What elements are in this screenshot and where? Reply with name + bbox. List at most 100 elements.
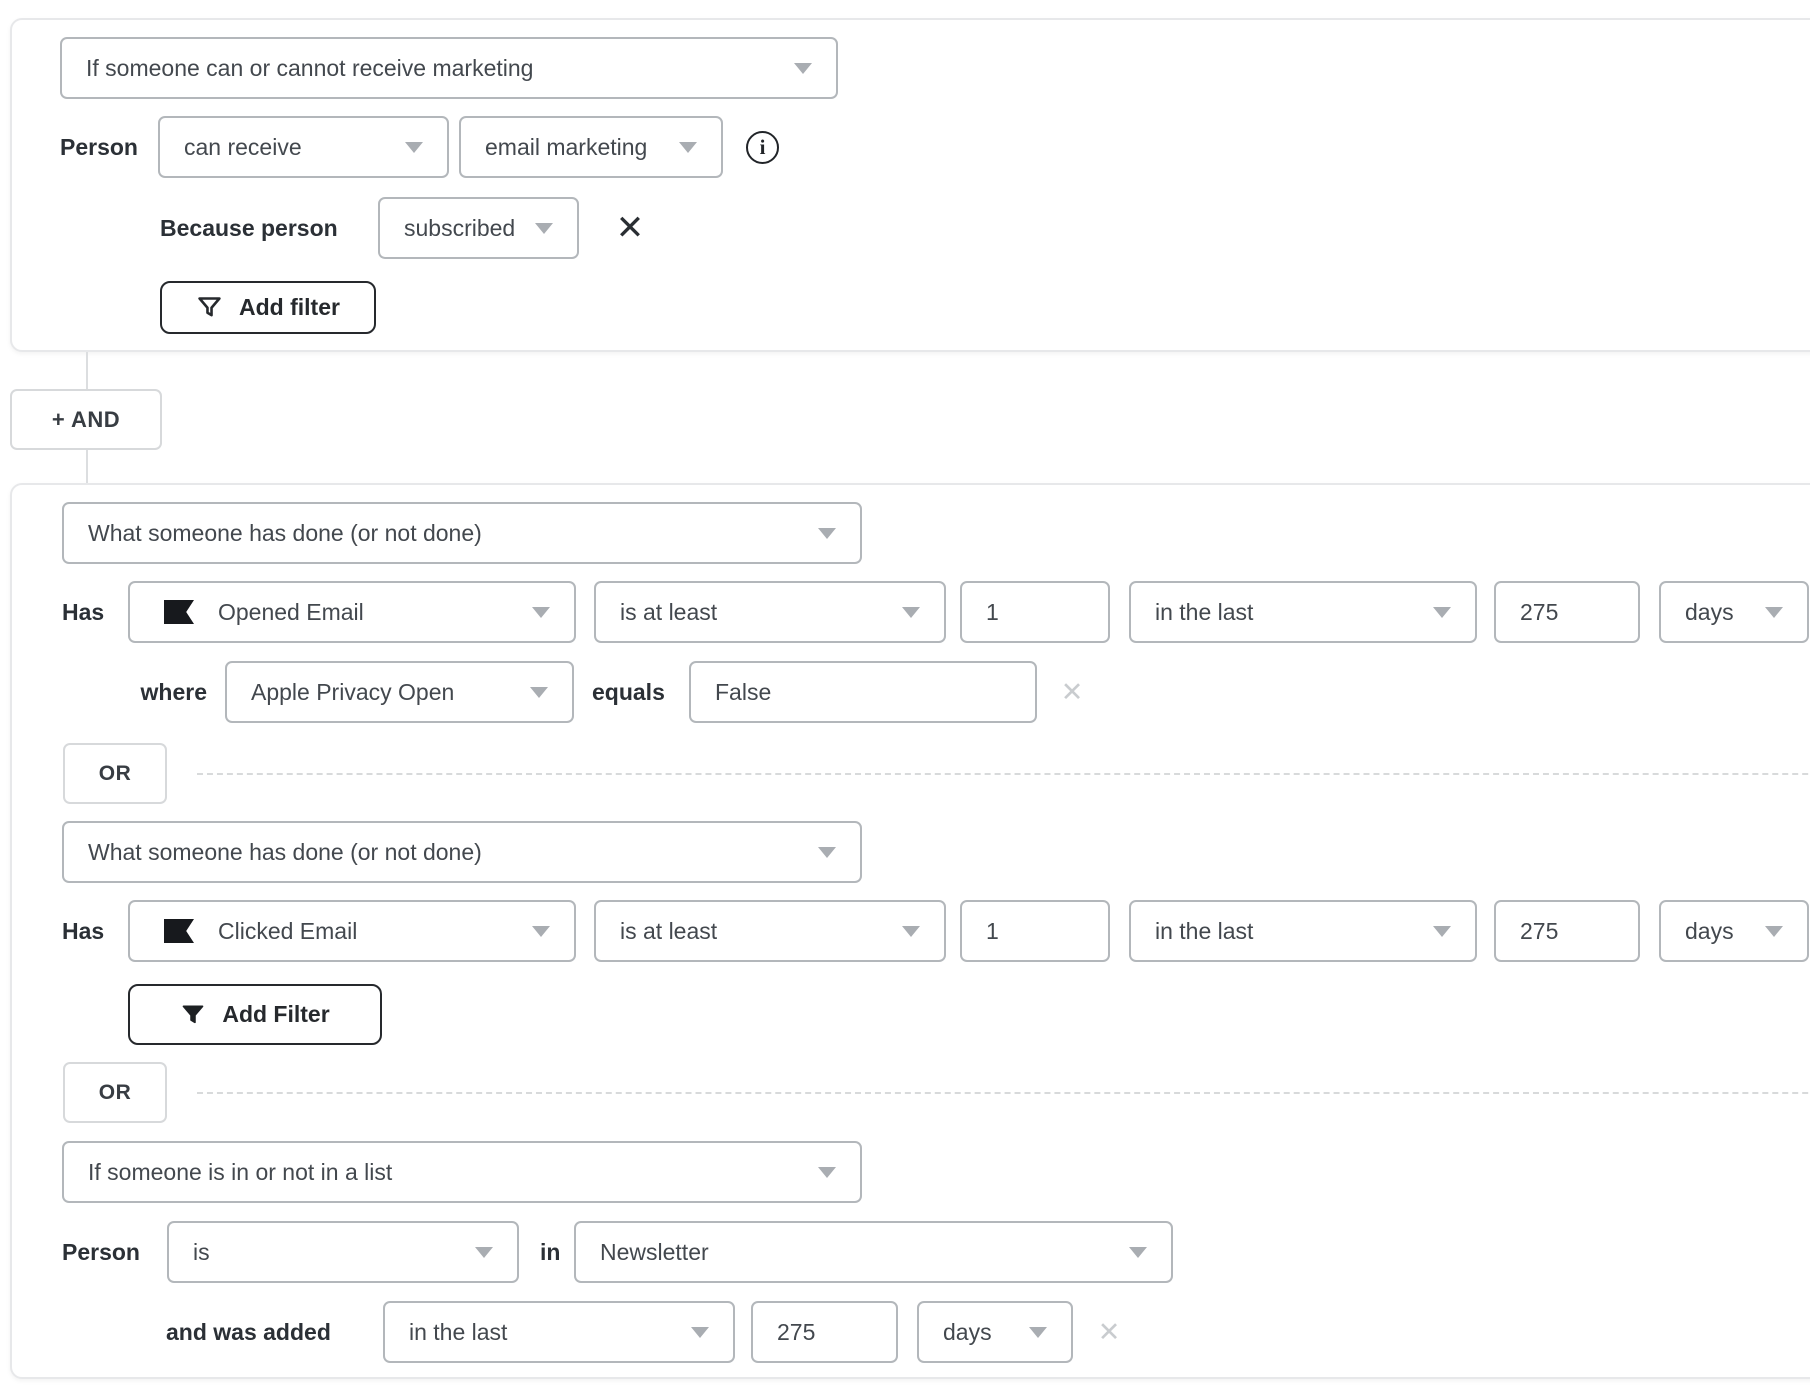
chevron-down-icon xyxy=(818,847,836,858)
time-unit-select[interactable]: days xyxy=(1659,900,1809,962)
operator-value: is at least xyxy=(620,599,717,626)
condition-card-marketing-consent: If someone can or cannot receive marketi… xyxy=(10,18,1810,352)
condition-type-value: What someone has done (or not done) xyxy=(88,839,482,866)
subscribed-reason-value: subscribed xyxy=(404,215,515,242)
added-time-unit-select[interactable]: days xyxy=(917,1301,1073,1363)
membership-operator-select[interactable]: is xyxy=(167,1221,519,1283)
condition-type-select-group3[interactable]: If someone is in or not in a list xyxy=(62,1141,862,1203)
in-label: in xyxy=(540,1221,560,1283)
timeframe-value: in the last xyxy=(409,1319,507,1346)
funnel-outline-icon xyxy=(196,294,223,321)
chevron-down-icon xyxy=(535,223,553,234)
because-person-label: Because person xyxy=(160,197,338,259)
klaviyo-flag-icon xyxy=(164,919,194,943)
or-button-2[interactable]: OR xyxy=(63,1062,167,1123)
time-value-input[interactable] xyxy=(777,1319,872,1346)
property-value-input[interactable] xyxy=(715,679,1011,706)
metric-select-opened-email[interactable]: Opened Email xyxy=(128,581,576,643)
add-filter-button[interactable]: Add Filter xyxy=(128,984,382,1045)
added-timeframe-select[interactable]: in the last xyxy=(383,1301,735,1363)
equals-label: equals xyxy=(592,661,665,723)
channel-value: email marketing xyxy=(485,134,647,161)
subscribed-reason-select[interactable]: subscribed xyxy=(378,197,579,259)
chevron-down-icon xyxy=(679,142,697,153)
membership-operator-value: is xyxy=(193,1239,210,1266)
chevron-down-icon xyxy=(1765,607,1783,618)
and-button[interactable]: + AND xyxy=(10,389,162,450)
chevron-down-icon xyxy=(532,926,550,937)
chevron-down-icon xyxy=(1029,1327,1047,1338)
timeframe-value: in the last xyxy=(1155,599,1253,626)
condition-type-value: If someone is in or not in a list xyxy=(88,1159,392,1186)
time-value-input-wrap xyxy=(1494,581,1640,643)
chevron-down-icon xyxy=(1765,926,1783,937)
time-value-input[interactable] xyxy=(1520,599,1614,626)
add-filter-button[interactable]: Add filter xyxy=(160,281,376,334)
time-value-input[interactable] xyxy=(1520,918,1614,945)
add-filter-label: Add filter xyxy=(239,294,340,321)
chevron-down-icon xyxy=(530,687,548,698)
chevron-down-icon xyxy=(818,528,836,539)
condition-type-select-group2[interactable]: What someone has done (or not done) xyxy=(62,821,862,883)
and-was-added-label: and was added xyxy=(166,1301,331,1363)
funnel-filled-icon xyxy=(180,1002,206,1028)
timeframe-select[interactable]: in the last xyxy=(1129,900,1477,962)
operator-value: is at least xyxy=(620,918,717,945)
chevron-down-icon xyxy=(532,607,550,618)
count-input[interactable] xyxy=(986,599,1084,626)
close-x-muted-icon[interactable]: ✕ xyxy=(1089,1301,1129,1363)
klaviyo-flag-icon xyxy=(164,600,194,624)
count-input-wrap xyxy=(960,581,1110,643)
metric-value: Clicked Email xyxy=(218,918,357,945)
chevron-down-icon xyxy=(475,1247,493,1258)
chevron-down-icon xyxy=(902,607,920,618)
operator-select[interactable]: is at least xyxy=(594,900,946,962)
consent-operator-value: can receive xyxy=(184,134,302,161)
has-label: Has xyxy=(62,900,104,962)
chevron-down-icon xyxy=(1129,1247,1147,1258)
condition-type-select[interactable]: If someone can or cannot receive marketi… xyxy=(60,37,838,99)
count-input[interactable] xyxy=(986,918,1084,945)
property-value: Apple Privacy Open xyxy=(251,679,454,706)
channel-select[interactable]: email marketing xyxy=(459,116,723,178)
consent-operator-select[interactable]: can receive xyxy=(158,116,449,178)
or-divider-line xyxy=(197,773,1810,775)
time-unit-select[interactable]: days xyxy=(1659,581,1809,643)
chevron-down-icon xyxy=(691,1327,709,1338)
count-input-wrap xyxy=(960,900,1110,962)
or-divider-line xyxy=(197,1092,1810,1094)
list-select[interactable]: Newsletter xyxy=(574,1221,1173,1283)
close-x-muted-icon[interactable]: ✕ xyxy=(1052,661,1092,723)
added-time-value-input-wrap xyxy=(751,1301,898,1363)
chevron-down-icon xyxy=(1433,607,1451,618)
condition-type-value: If someone can or cannot receive marketi… xyxy=(86,55,533,82)
time-value-input-wrap xyxy=(1494,900,1640,962)
time-unit-value: days xyxy=(1685,918,1734,945)
person-label: Person xyxy=(62,1221,140,1283)
info-circle-icon[interactable]: i xyxy=(746,131,779,164)
chevron-down-icon xyxy=(794,63,812,74)
condition-type-select-group1[interactable]: What someone has done (or not done) xyxy=(62,502,862,564)
metric-select-clicked-email[interactable]: Clicked Email xyxy=(128,900,576,962)
person-label: Person xyxy=(60,116,138,178)
operator-select[interactable]: is at least xyxy=(594,581,946,643)
time-unit-value: days xyxy=(1685,599,1734,626)
condition-type-value: What someone has done (or not done) xyxy=(88,520,482,547)
property-value-input-wrap xyxy=(689,661,1037,723)
condition-card-engagement-group: What someone has done (or not done) Has … xyxy=(10,483,1810,1379)
add-filter-label: Add Filter xyxy=(222,1001,329,1028)
property-select[interactable]: Apple Privacy Open xyxy=(225,661,574,723)
or-button-1[interactable]: OR xyxy=(63,743,167,804)
has-label: Has xyxy=(62,581,104,643)
where-label: where xyxy=(112,661,207,723)
list-value: Newsletter xyxy=(600,1239,709,1266)
timeframe-select[interactable]: in the last xyxy=(1129,581,1477,643)
time-unit-value: days xyxy=(943,1319,992,1346)
chevron-down-icon xyxy=(902,926,920,937)
chevron-down-icon xyxy=(818,1167,836,1178)
metric-value: Opened Email xyxy=(218,599,364,626)
timeframe-value: in the last xyxy=(1155,918,1253,945)
chevron-down-icon xyxy=(1433,926,1451,937)
chevron-down-icon xyxy=(405,142,423,153)
close-x-icon[interactable]: ✕ xyxy=(608,197,652,259)
